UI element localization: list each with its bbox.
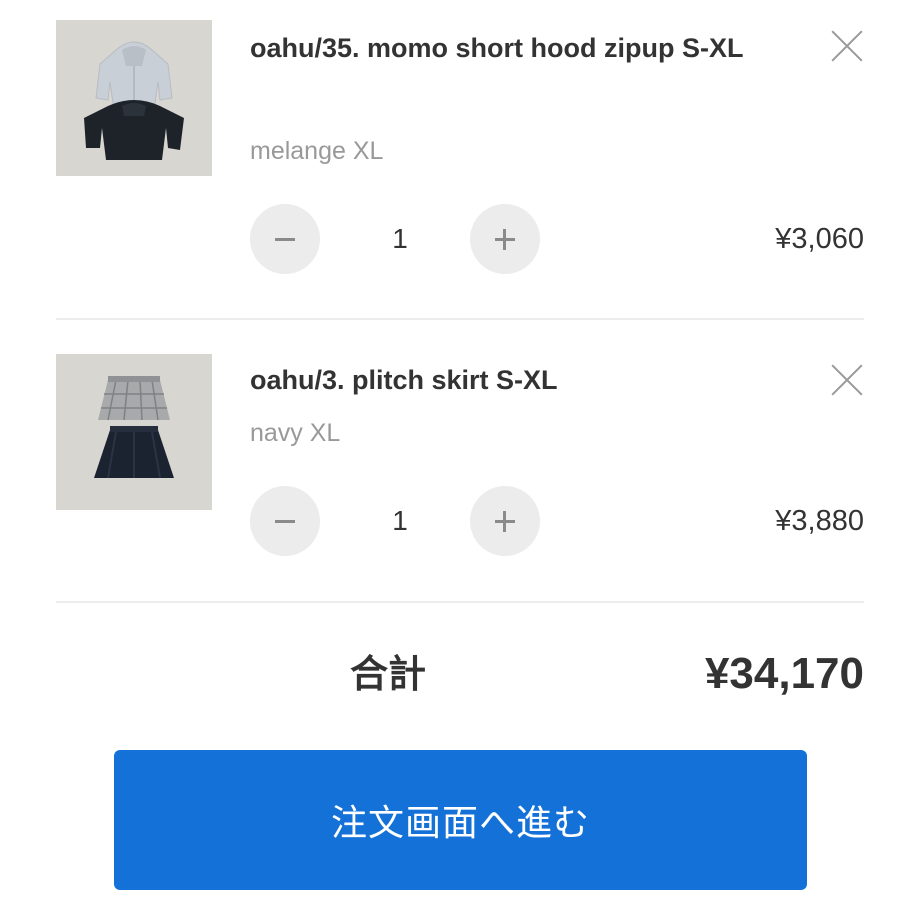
product-title[interactable]: oahu/35. momo short hood zipup S-XL (250, 22, 790, 74)
quantity-stepper: 1 ¥3,880 (250, 486, 864, 556)
item-price: ¥3,880 (775, 505, 864, 537)
quantity-stepper: 1 ¥3,060 (250, 204, 864, 274)
total-value: ¥34,170 (704, 649, 864, 698)
cart-item: oahu/35. momo short hood zipup S-XL mela… (56, 20, 864, 320)
product-image-skirt[interactable] (56, 354, 212, 510)
product-variant: navy XL (250, 419, 341, 447)
skirt-photo-icon (56, 354, 212, 510)
cart-page: oahu/35. momo short hood zipup S-XL mela… (0, 0, 920, 920)
checkout-button[interactable]: 注文画面へ進む (114, 750, 807, 890)
minus-icon (275, 520, 295, 523)
cart-item: oahu/3. plitch skirt S-XL navy XL 1 ¥3,8… (56, 320, 864, 602)
divider (56, 601, 864, 603)
quantity-value: 1 (392, 223, 408, 254)
hoodie-photo-icon (56, 20, 212, 176)
product-title[interactable]: oahu/3. plitch skirt S-XL (250, 354, 790, 406)
minus-icon (275, 238, 295, 241)
total-label: 合計 (350, 654, 427, 696)
item-price: ¥3,060 (775, 223, 864, 255)
product-image-hoodie[interactable] (56, 20, 212, 176)
increase-quantity-button[interactable] (470, 204, 540, 274)
remove-item-close-icon[interactable] (830, 363, 864, 397)
quantity-value: 1 (392, 505, 408, 536)
decrease-quantity-button[interactable] (250, 204, 320, 274)
product-variant: melange XL (250, 137, 384, 165)
remove-item-close-icon[interactable] (830, 29, 864, 63)
decrease-quantity-button[interactable] (250, 486, 320, 556)
increase-quantity-button[interactable] (470, 486, 540, 556)
